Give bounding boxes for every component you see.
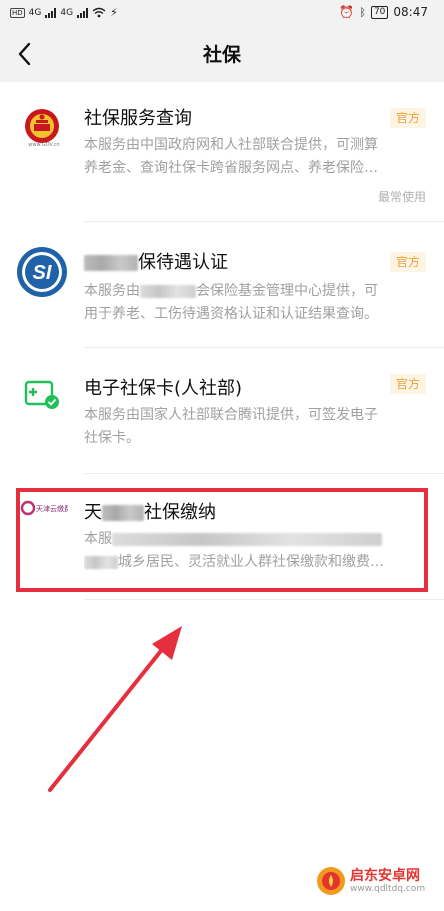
status-right: ⏰ ᛒ 70 08:47 [339,5,428,19]
si-logo-icon: SI [17,247,67,297]
redacted-text [84,255,138,271]
service-description: 本服务由中国政府网和人社部联合提供，可测算 养老金、查询社保卡跨省服务网点、养老… [84,134,424,180]
watermark-text-block: 启东安卓网 www.qdltdq.com [350,867,426,894]
service-name: 社保服务查询 [84,108,192,129]
electronic-card-icon [24,380,59,409]
official-badge: 官方 [390,374,426,394]
watermark: 启东安卓网 www.qdltdq.com [316,866,425,896]
service-name: 保待遇认证 [84,248,228,274]
clock: 08:47 [393,5,428,19]
official-badge: 官方 [390,108,426,128]
signal1-icon [45,7,57,18]
watermark-logo-icon [317,867,345,895]
watermark-title: 启东安卓网 [350,867,420,884]
alarm-icon: ⏰ [339,5,355,19]
gov-emblem-icon [25,109,59,143]
wifi-icon [92,7,106,18]
top-bar: HD 4G 4G ⚡ ⏰ ᛒ 70 08:47 社保 [0,0,444,82]
description-line: 本服务由国家人社部联合腾讯提供，可签发电子 [84,407,378,423]
divider [84,599,444,600]
sim1-badge: HD [10,7,25,18]
description-line: 本服务由中国政府网和人社部联合提供，可测算 [84,137,378,153]
service-description: 本服务由国家人社部联合腾讯提供，可签发电子 社保卡。 [84,404,424,450]
status-bar: HD 4G 4G ⚡ ⏰ ᛒ 70 08:47 [0,0,444,28]
description-fragment: 会保险基金管理中心提供，可 [196,283,378,299]
nfc-icon: ⚡ [110,6,118,19]
bluetooth-icon: ᛒ [359,5,366,19]
description-line: 社保卡。 [84,430,140,446]
watermark-url: www.qdltdq.com [350,883,426,894]
redacted-text [140,284,196,298]
page-title: 社保 [202,44,241,66]
description-line: 本服务由 会保险基金管理中心提供，可 [84,280,424,303]
gov-logo-caption: www.GOV.cn [28,142,60,148]
official-badge: 官方 [390,252,426,272]
status-left: HD 4G 4G ⚡ [10,6,118,19]
signal2-icon [77,7,89,18]
service-name-text: 保待遇认证 [138,252,228,273]
network1-label: 4G [28,7,42,18]
most-used-label: 最常使用 [377,190,426,204]
service-item-social-security-query[interactable]: www.GOV.cn 社保服务查询 官方 本服务由中国政府网和人社部联合提供，可… [0,82,444,222]
description-line: 用于养老、工伤待遇资格认证和认证结果查询。 [84,306,378,322]
nav-bar: 社保 [0,28,444,82]
description-line: 养老金、查询社保卡跨省服务网点、养老保险… [84,160,378,176]
highlight-box [16,488,428,592]
battery-icon: 70 [370,5,389,19]
si-logo-text: SI [33,262,52,284]
description-fragment: 本服务由 [84,283,140,299]
service-description: 本服务由 会保险基金管理中心提供，可 用于养老、工伤待遇资格认证和认证结果查询。 [84,280,424,326]
service-item-electronic-card[interactable]: 电子社保卡(人社部) 官方 本服务由国家人社部联合腾讯提供，可签发电子 社保卡。 [0,348,444,474]
network2-label: 4G [60,7,74,18]
service-item-benefit-certification[interactable]: SI 保待遇认证 官方 本服务由 会保险基金管理中心提供，可 用于养老、工伤待遇资… [0,222,444,348]
service-name: 电子社保卡(人社部) [84,378,243,399]
